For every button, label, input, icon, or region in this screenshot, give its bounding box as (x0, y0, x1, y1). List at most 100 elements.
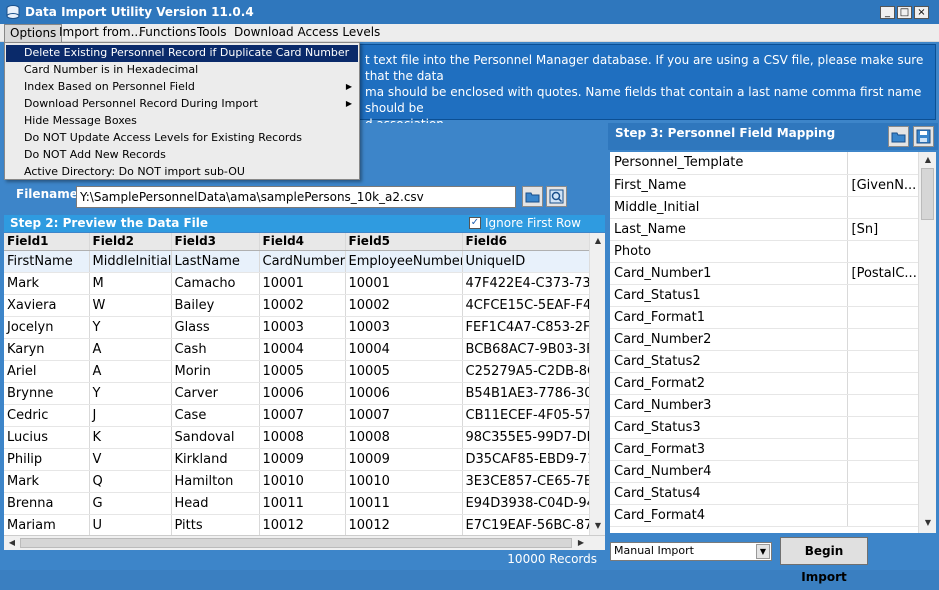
table-cell[interactable]: J (89, 404, 172, 427)
source-field[interactable]: [Sn] (847, 218, 919, 241)
menu-download-access-levels[interactable]: Download Access Levels (229, 24, 385, 42)
chevron-down-icon[interactable]: ▼ (756, 544, 770, 559)
preview-horizontal-scrollbar[interactable]: ◀ ▶ (4, 535, 605, 550)
personnel-field[interactable]: Last_Name (610, 218, 848, 241)
personnel-field[interactable]: Card_Format2 (610, 372, 848, 395)
options-menu-item[interactable]: Card Number is in Hexadecimal (6, 62, 358, 79)
table-cell[interactable]: 10007 (345, 404, 463, 427)
table-row[interactable]: BrynneYCarver1000610006B54B1AE3-7786-30E… (4, 382, 595, 405)
table-cell[interactable]: Bailey (171, 294, 260, 317)
table-row[interactable]: Cedric J Case 10007 10007 CB11ECEF-4F05-5701 (4, 404, 595, 427)
source-field[interactable] (847, 416, 919, 439)
personnel-field[interactable]: Card_Number2 (610, 328, 848, 351)
source-field[interactable] (847, 284, 919, 307)
mapping-row[interactable]: Card_Status2 (610, 350, 919, 373)
save-template-button[interactable] (913, 126, 934, 147)
table-cell[interactable]: Cash (171, 338, 260, 361)
table-cell[interactable]: E7C19EAF-56BC-878 (462, 514, 595, 535)
options-menu-item[interactable]: Do NOT Update Access Levels for Existing… (6, 130, 358, 147)
options-menu-item[interactable]: Active Directory: Do NOT import sub-OU (6, 164, 358, 181)
mapping-row[interactable]: Card_Format2 (610, 372, 919, 395)
table-cell[interactable]: 10012 (259, 514, 346, 535)
table-cell[interactable]: 10004 (259, 338, 346, 361)
preview-vertical-scrollbar[interactable]: ▲ ▼ (589, 233, 605, 535)
table-cell[interactable]: 10001 (345, 272, 463, 295)
source-field[interactable] (847, 438, 919, 461)
scroll-down-arrow-icon[interactable]: ▼ (591, 519, 605, 533)
scroll-up-arrow-icon[interactable]: ▲ (921, 153, 935, 167)
personnel-field[interactable]: First_Name (610, 174, 848, 197)
filename-input[interactable] (76, 186, 516, 208)
table-cell[interactable]: 10009 (345, 448, 463, 471)
table-cell[interactable]: Carver (171, 382, 260, 405)
options-menu-item[interactable]: Download Personnel Record During Import ▶ (6, 96, 358, 113)
table-cell[interactable]: 98C355E5-99D7-DEB (462, 426, 595, 449)
table-cell[interactable]: UniqueID (462, 250, 595, 273)
table-cell[interactable]: C25279A5-C2DB-8C3 (462, 360, 595, 383)
table-cell[interactable]: 47F422E4-C373-73B0 (462, 272, 595, 295)
table-cell[interactable]: Cedric (4, 404, 90, 427)
personnel-field[interactable]: Card_Status3 (610, 416, 848, 439)
table-cell[interactable]: FirstName (4, 250, 90, 273)
table-cell[interactable]: V (89, 448, 172, 471)
personnel-field[interactable]: Card_Status4 (610, 482, 848, 505)
table-cell[interactable]: EmployeeNumber (345, 250, 463, 273)
personnel-field[interactable]: Card_Format4 (610, 504, 848, 527)
field-mapping-grid[interactable]: Personnel_Template First_Name [GivenN... Mi… (610, 152, 936, 533)
table-cell[interactable]: U (89, 514, 172, 535)
personnel-field[interactable]: Card_Number3 (610, 394, 848, 417)
table-cell[interactable]: 10005 (345, 360, 463, 383)
table-cell[interactable]: Karyn (4, 338, 90, 361)
scroll-down-arrow-icon[interactable]: ▼ (921, 516, 935, 530)
table-cell[interactable]: MiddleInitial (89, 250, 172, 273)
table-row[interactable]: Lucius K Sandoval 10008 10008 98C355E5-99D7-D… (4, 426, 595, 449)
minimize-button[interactable]: _ (880, 6, 895, 19)
table-cell[interactable]: W (89, 294, 172, 317)
source-field[interactable]: [GivenN... (847, 174, 919, 197)
import-mode-select[interactable]: Manual Import ▼ (610, 542, 772, 561)
mapping-row[interactable]: Card_Format4 (610, 504, 919, 527)
column-header[interactable]: Field5 (345, 233, 463, 251)
personnel-field[interactable]: Card_Number4 (610, 460, 848, 483)
mapping-row[interactable]: Card_Status4 (610, 482, 919, 505)
table-cell[interactable]: BCB68AC7-9B03-3F9 (462, 338, 595, 361)
mapping-row[interactable]: Middle_Initial (610, 196, 919, 219)
personnel-field[interactable]: Middle_Initial (610, 196, 848, 219)
preview-file-button[interactable] (546, 186, 567, 207)
table-cell[interactable]: M (89, 272, 172, 295)
column-header[interactable]: Field3 (171, 233, 260, 251)
table-row[interactable]: MarkQHamilton10010100103E3CE857-CE65-7E7… (4, 470, 595, 493)
scroll-left-arrow-icon[interactable]: ◀ (5, 536, 19, 550)
table-cell[interactable]: Brynne (4, 382, 90, 405)
preview-grid[interactable]: Field1 Field2 Field3 Field4 Field5 Field… (4, 233, 605, 535)
table-cell[interactable]: 10006 (259, 382, 346, 405)
table-cell[interactable]: Y (89, 316, 172, 339)
table-cell[interactable]: Brenna (4, 492, 90, 515)
table-cell[interactable]: FEF1C4A7-C853-2F8F (462, 316, 595, 339)
table-cell[interactable]: 10011 (345, 492, 463, 515)
table-cell[interactable]: 10008 (345, 426, 463, 449)
table-row[interactable]: Mariam U Pitts 10012 10012 E7C19EAF-56BC-878 (4, 514, 595, 535)
source-field[interactable] (847, 350, 919, 373)
table-cell[interactable]: Lucius (4, 426, 90, 449)
source-field[interactable] (847, 306, 919, 329)
table-cell[interactable]: Pitts (171, 514, 260, 535)
personnel-field[interactable]: Card_Status1 (610, 284, 848, 307)
table-cell[interactable]: D35CAF85-EBD9-71B (462, 448, 595, 471)
table-cell[interactable]: 10009 (259, 448, 346, 471)
personnel-field[interactable]: Card_Format1 (610, 306, 848, 329)
source-field[interactable] (847, 372, 919, 395)
table-row[interactable]: BrennaGHead1001110011E94D3938-C04D-9421 (4, 492, 595, 515)
source-field[interactable] (847, 152, 919, 175)
options-menu-item[interactable]: Delete Existing Personnel Record if Dupl… (6, 45, 358, 75)
mapping-row[interactable]: First_Name [GivenN... (610, 174, 919, 197)
mapping-row[interactable]: Last_Name [Sn] (610, 218, 919, 241)
table-row[interactable]: Karyn A Cash 10004 10004 BCB68AC7-9B03-3F9 (4, 338, 595, 361)
table-cell[interactable]: Ariel (4, 360, 90, 383)
mapping-row[interactable]: Card_Status3 (610, 416, 919, 439)
table-cell[interactable]: Philip (4, 448, 90, 471)
table-cell[interactable]: 3E3CE857-CE65-7E7E (462, 470, 595, 493)
mapping-row[interactable]: Personnel_Template (610, 152, 919, 175)
column-header[interactable]: Field2 (89, 233, 172, 251)
options-menu-item[interactable]: Do NOT Add New Records (6, 147, 358, 164)
